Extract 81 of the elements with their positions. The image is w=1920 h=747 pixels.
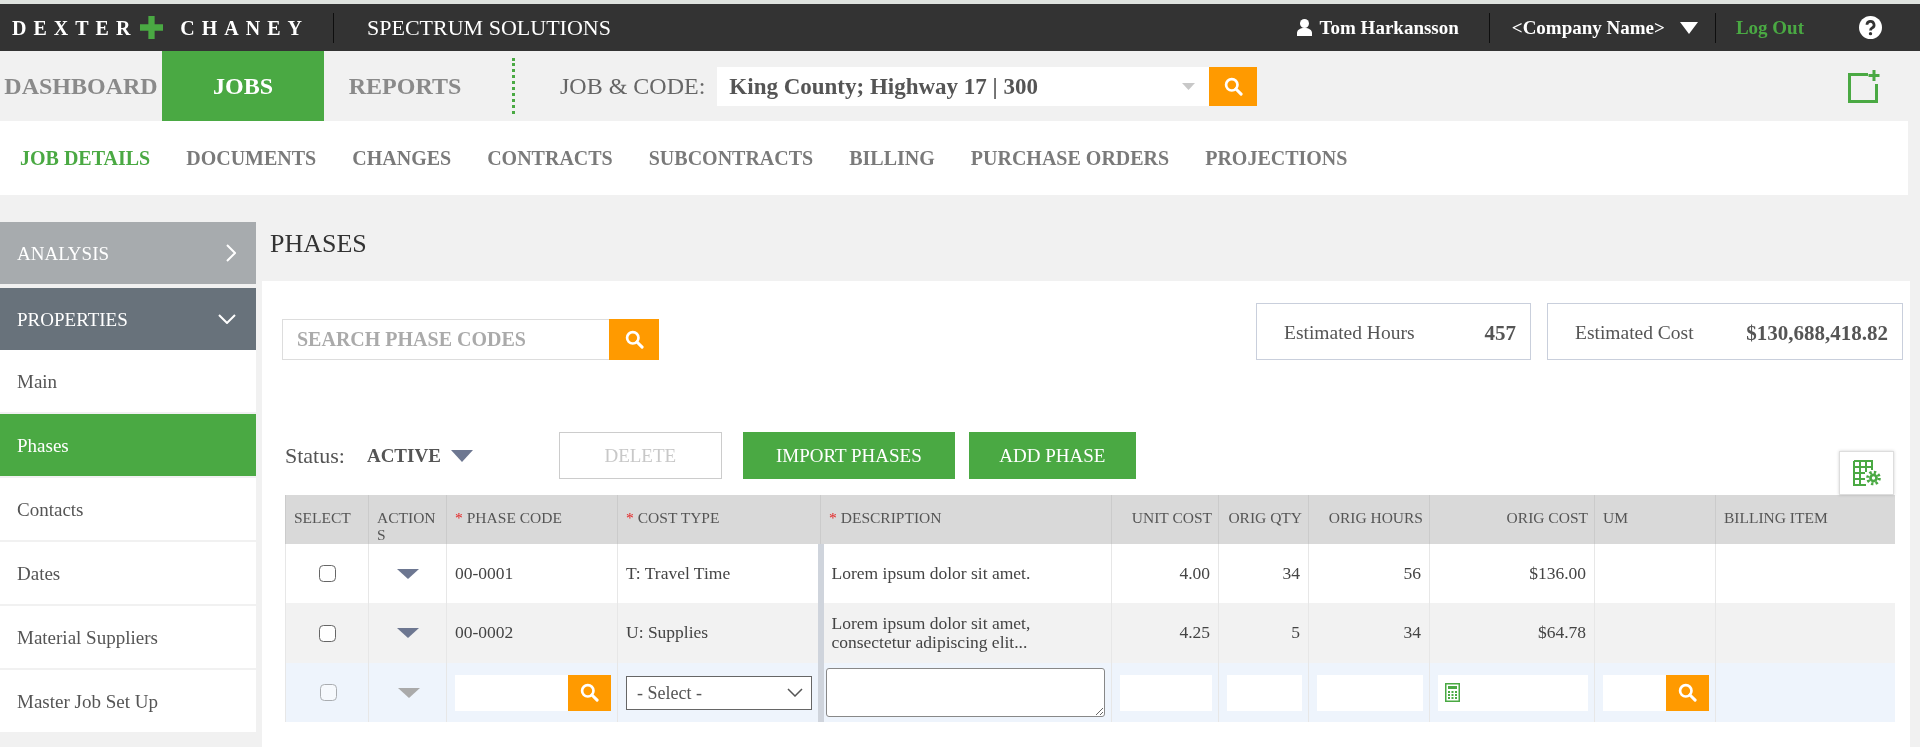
logout-link[interactable]: Log Out [1735, 18, 1804, 37]
user-name: Tom Harkansson [1319, 18, 1459, 37]
row-checkbox[interactable] [318, 624, 336, 642]
stat-label: Estimated Hours [1284, 323, 1415, 343]
chevron-down-icon [786, 688, 803, 697]
subnav-tab[interactable]: JOB DETAILS [20, 148, 151, 168]
search-icon [580, 683, 599, 702]
status-dropdown[interactable]: ACTIVE [366, 446, 473, 465]
add-page-icon[interactable] [1847, 69, 1880, 103]
nav-tab[interactable]: REPORTS [324, 51, 486, 121]
subnav-tab[interactable]: CHANGES [352, 148, 452, 168]
table-settings-button[interactable] [1839, 451, 1894, 495]
subnav-tab[interactable]: CONTRACTS [487, 148, 613, 168]
required-mark: * [455, 509, 463, 526]
action-button[interactable]: ADD PHASE [968, 432, 1136, 479]
help-icon[interactable] [1859, 16, 1882, 39]
column-header: UNIT COST [1131, 509, 1212, 526]
sidebar-section[interactable]: ANALYSIS [0, 222, 256, 284]
search-button[interactable] [568, 674, 611, 711]
page-title: PHASES [270, 231, 367, 257]
product-name: SPECTRUM SOLUTIONS [367, 16, 611, 39]
row-checkbox[interactable] [318, 565, 336, 582]
column-header: ORIG COST [1506, 509, 1588, 526]
subnav-tab[interactable]: DOCUMENTS [186, 148, 317, 168]
field-label: JOB & CODE: [560, 74, 706, 98]
stat-value: $130,688,418.82 [1746, 322, 1888, 344]
search-button[interactable] [609, 319, 659, 360]
chevron-down-icon [218, 314, 236, 324]
search-button[interactable] [1666, 674, 1709, 711]
job-select[interactable]: King County; Highway 17 | 300 [717, 66, 1210, 106]
subnav-tab[interactable]: PROJECTIONS [1205, 148, 1348, 168]
subnav-tab[interactable]: PURCHASE ORDERS [970, 148, 1170, 168]
input-field[interactable] [1603, 674, 1666, 711]
search-icon [1678, 683, 1697, 702]
required-mark: * [829, 509, 837, 526]
nav-tab[interactable]: DASHBOARD [0, 51, 162, 121]
input-field[interactable] [1438, 674, 1588, 711]
caret-icon [1182, 82, 1196, 90]
caret-icon [1679, 21, 1698, 34]
caret-icon[interactable] [396, 568, 419, 579]
calculator-icon[interactable] [1445, 683, 1460, 702]
text-area-field[interactable] [825, 668, 1105, 717]
stat-value: 457 [1484, 322, 1516, 344]
caret-icon [450, 449, 473, 462]
table-settings-icon [1852, 460, 1881, 486]
sidebar-item[interactable]: Phases [0, 414, 256, 476]
column-header: PHASE CODE [466, 509, 562, 526]
company-dropdown[interactable]: <Company Name> [1511, 18, 1698, 37]
required-mark: * [626, 509, 634, 526]
sidebar-item[interactable]: Master Job Set Up [0, 670, 256, 732]
column-header: DESCRIPTION [840, 509, 942, 526]
search-button[interactable] [1209, 66, 1258, 106]
subnav-tab[interactable]: BILLING [849, 148, 935, 168]
logo-text: CHANEY [180, 17, 310, 38]
nav-tab[interactable]: JOBS [162, 51, 324, 121]
search-icon [1223, 76, 1243, 96]
column-header: COST TYPE [637, 509, 720, 526]
sidebar-section[interactable]: PROPERTIES [0, 288, 256, 350]
action-button[interactable]: IMPORT PHASES [742, 432, 955, 479]
column-header: ACTIONS [377, 509, 436, 544]
search-icon [624, 330, 644, 349]
stat-label: Estimated Cost [1575, 323, 1694, 343]
chevron-right-icon [226, 244, 236, 262]
column-header: SELECT [294, 509, 351, 526]
select-field[interactable]: - Select - [626, 675, 812, 710]
input-field[interactable] [455, 674, 568, 711]
caret-icon[interactable] [396, 628, 419, 638]
status-label: Status: [285, 444, 345, 467]
search-field[interactable]: SEARCH PHASE CODES [282, 319, 609, 360]
column-header: ORIG HOURS [1328, 509, 1423, 526]
sidebar-item[interactable]: Contacts [0, 478, 256, 540]
logo-text: DEXTER [12, 17, 138, 38]
column-header: UM [1603, 509, 1628, 526]
column-header: BILLING ITEM [1724, 509, 1828, 526]
column-header: ORIG QTY [1228, 509, 1302, 526]
sidebar-item[interactable]: Main [0, 350, 256, 412]
sidebar-item[interactable]: Material Suppliers [0, 606, 256, 668]
sidebar-item[interactable]: Dates [0, 542, 256, 604]
user-icon [1296, 19, 1312, 36]
plus-icon [140, 16, 164, 39]
subnav-tab[interactable]: SUBCONTRACTS [648, 148, 814, 168]
